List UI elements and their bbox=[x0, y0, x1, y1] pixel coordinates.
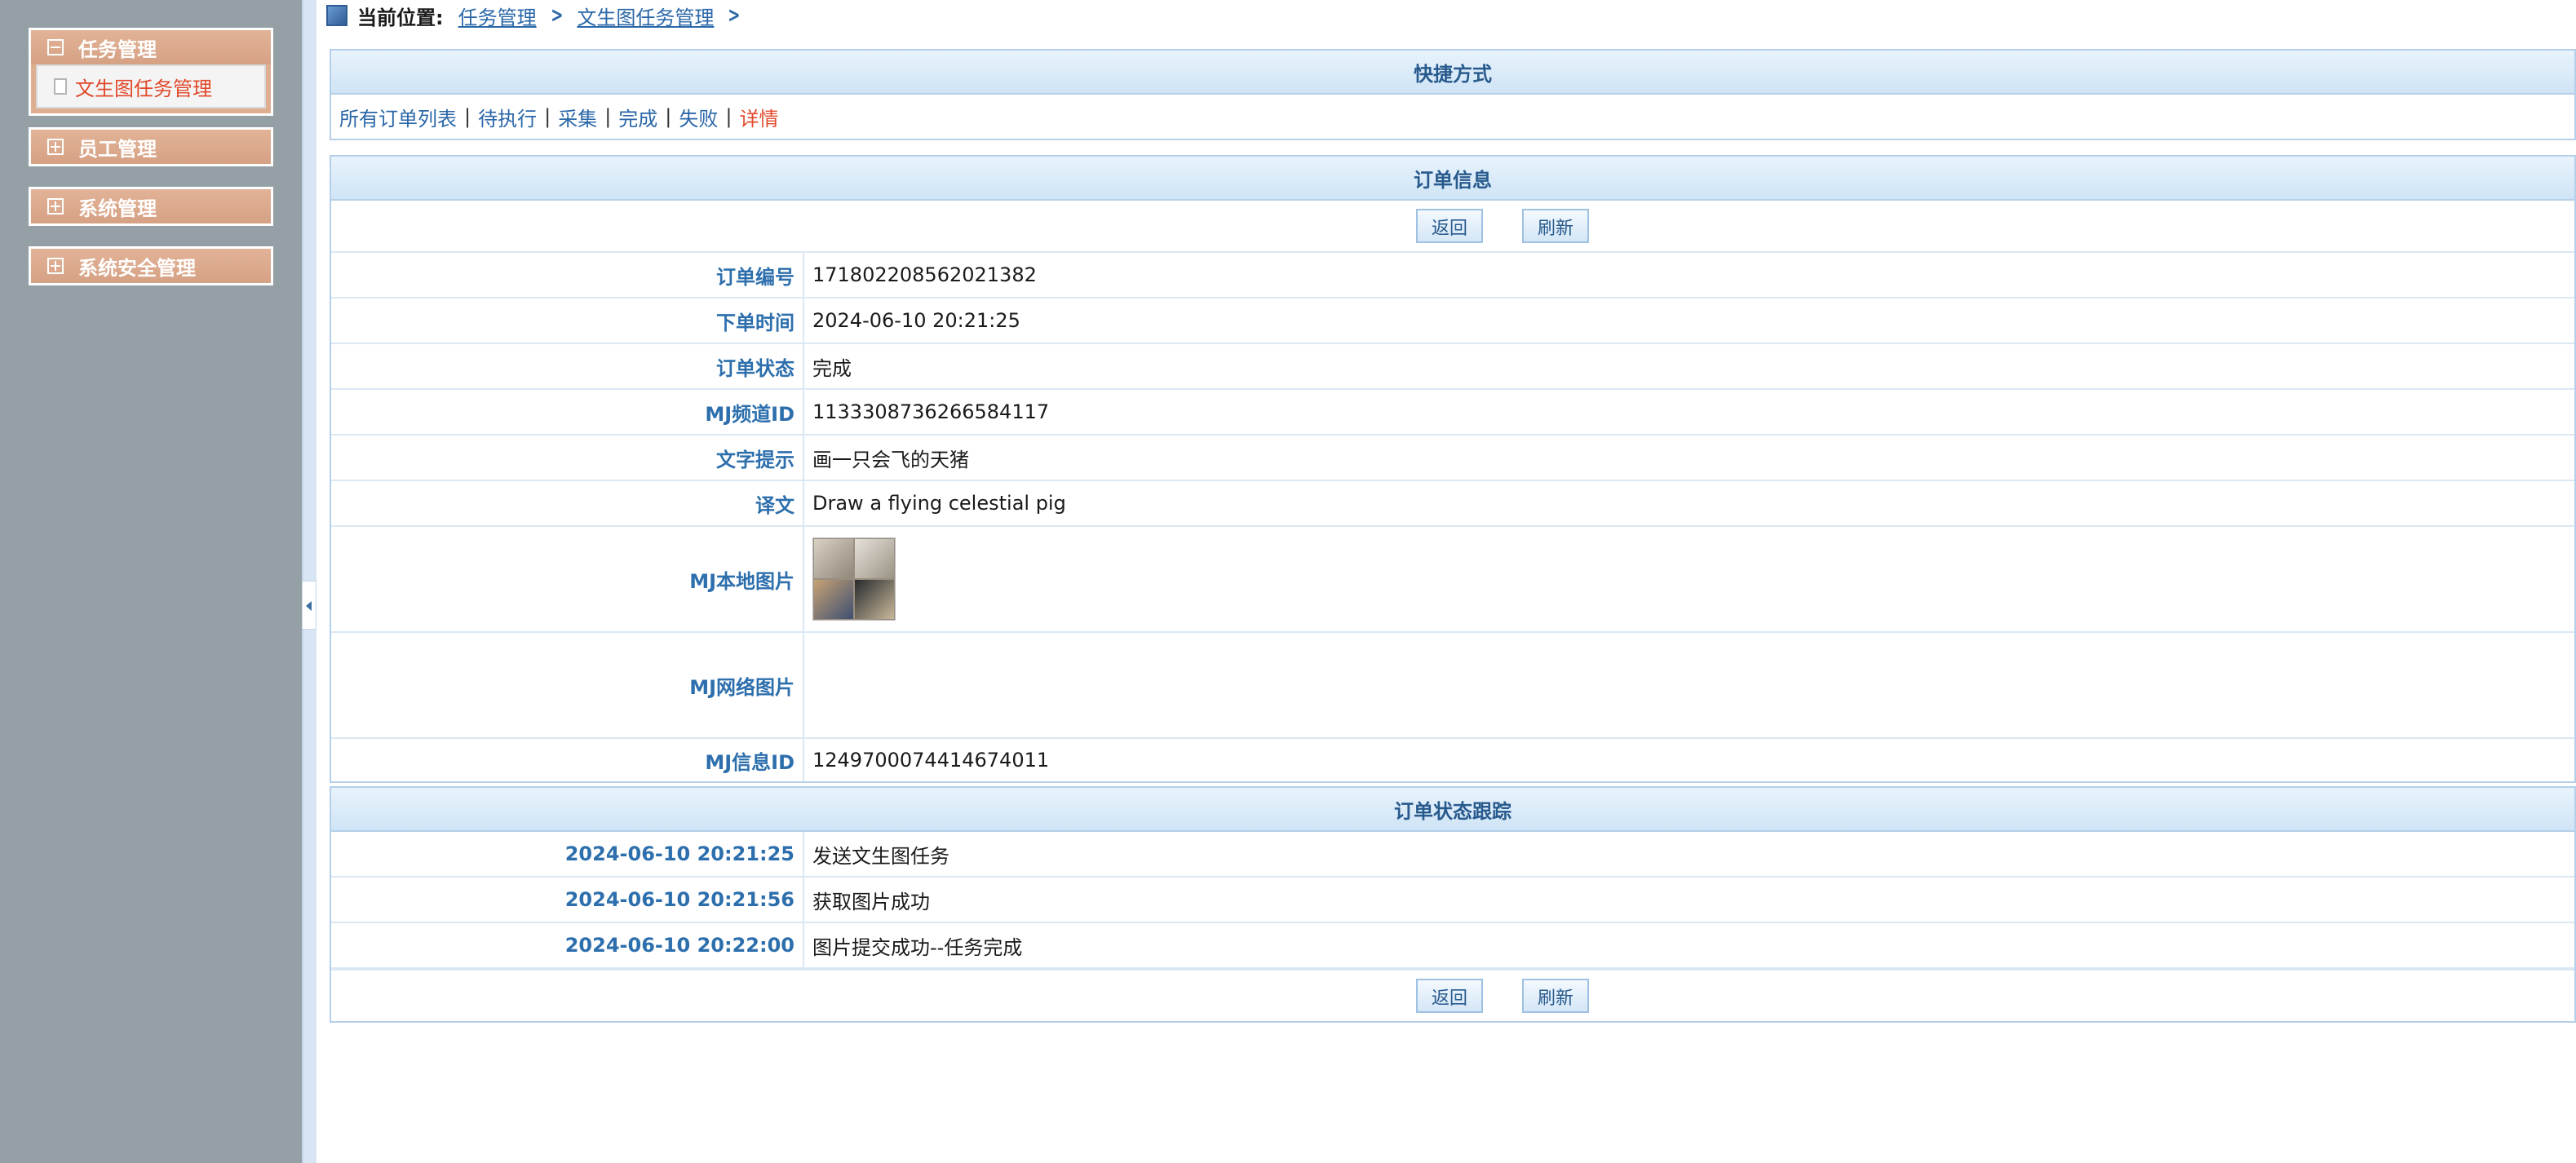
chevron-right-icon: > bbox=[550, 3, 564, 28]
back-button[interactable]: 返回 bbox=[1416, 979, 1483, 1013]
link-collect[interactable]: 采集 bbox=[558, 103, 597, 131]
tracking-button-row: 返回 刷新 bbox=[331, 969, 2574, 1021]
order-panel-title: 订单信息 bbox=[331, 157, 2574, 201]
location-icon bbox=[326, 5, 347, 26]
breadcrumb: 当前位置: 任务管理 > 文生图任务管理 > bbox=[326, 0, 755, 31]
link-failed[interactable]: 失败 bbox=[679, 103, 718, 131]
tracking-panel: 订单状态跟踪 2024-06-10 20:21:25 发送文生图任务 2024-… bbox=[330, 786, 2576, 1023]
menu-group-task: 任务管理 文生图任务管理 bbox=[29, 28, 273, 116]
field-prompt: 文字提示 画一只会飞的天猪 bbox=[331, 436, 2574, 481]
field-mj-message-id: MJ信息ID 1249700074414674011 bbox=[331, 739, 2574, 781]
menu-label: 员工管理 bbox=[78, 137, 157, 161]
menu-label: 任务管理 bbox=[78, 38, 157, 61]
sidebar: 任务管理 文生图任务管理 员工管理 系统管理 系统安全管理 bbox=[0, 0, 302, 1163]
expand-icon[interactable] bbox=[47, 198, 64, 214]
quick-panel: 快捷方式 所有订单列表 | 待执行 | 采集 | 完成 | 失败 | 详情 bbox=[330, 49, 2576, 140]
tracking-entry: 2024-06-10 20:22:00 图片提交成功--任务完成 bbox=[331, 923, 2574, 969]
refresh-button[interactable]: 刷新 bbox=[1522, 979, 1589, 1013]
menu-header-security[interactable]: 系统安全管理 bbox=[31, 249, 271, 283]
document-icon bbox=[54, 78, 67, 95]
order-panel: 订单信息 返回 刷新 订单编号 1718022085620213​82 下单时间… bbox=[330, 155, 2576, 783]
link-pending[interactable]: 待执行 bbox=[478, 103, 537, 131]
breadcrumb-item-task[interactable]: 任务管理 bbox=[458, 2, 537, 30]
field-order-id: 订单编号 1718022085620213​82 bbox=[331, 253, 2574, 298]
menu-header-system[interactable]: 系统管理 bbox=[31, 189, 271, 223]
link-done[interactable]: 完成 bbox=[618, 103, 657, 131]
link-details[interactable]: 详情 bbox=[739, 103, 778, 131]
expand-icon[interactable] bbox=[47, 258, 64, 274]
menu-group-system: 系统管理 bbox=[29, 187, 273, 226]
menu-group-staff: 员工管理 bbox=[29, 127, 273, 166]
collapse-icon[interactable] bbox=[47, 39, 64, 55]
collapse-sidebar-button[interactable] bbox=[302, 581, 316, 630]
breadcrumb-label: 当前位置: bbox=[357, 6, 444, 29]
field-translation: 译文 Draw a flying celestial pig bbox=[331, 481, 2574, 527]
back-button[interactable]: 返回 bbox=[1416, 209, 1483, 243]
quick-links: 所有订单列表 | 待执行 | 采集 | 完成 | 失败 | 详情 bbox=[331, 95, 2574, 139]
sidebar-item-label: 文生图任务管理 bbox=[75, 77, 212, 100]
menu-group-security: 系统安全管理 bbox=[29, 246, 273, 285]
field-mj-local-image: MJ本地图片 bbox=[331, 527, 2574, 633]
breadcrumb-item-txt2img[interactable]: 文生图任务管理 bbox=[577, 2, 714, 30]
menu-header-staff[interactable]: 员工管理 bbox=[31, 130, 271, 164]
menu-label: 系统管理 bbox=[78, 197, 157, 220]
field-mj-web-image: MJ网络图片 bbox=[331, 633, 2574, 739]
menu-label: 系统安全管理 bbox=[78, 256, 196, 280]
field-mj-channel-id: MJ频道ID 1133308736266584117 bbox=[331, 390, 2574, 436]
link-all-orders[interactable]: 所有订单列表 bbox=[339, 103, 457, 131]
expand-icon[interactable] bbox=[47, 139, 64, 155]
refresh-button[interactable]: 刷新 bbox=[1522, 209, 1589, 243]
quick-panel-title: 快捷方式 bbox=[331, 51, 2574, 95]
field-order-status: 订单状态 完成 bbox=[331, 344, 2574, 390]
tracking-entry: 2024-06-10 20:21:56 获取图片成功 bbox=[331, 878, 2574, 923]
generated-image-thumbnail[interactable] bbox=[812, 537, 896, 621]
field-order-time: 下单时间 2024-06-10 20:21:25 bbox=[331, 298, 2574, 344]
tracking-panel-title: 订单状态跟踪 bbox=[331, 788, 2574, 832]
sidebar-item-txt2img-task[interactable]: 文生图任务管理 bbox=[36, 64, 266, 108]
tracking-entry: 2024-06-10 20:21:25 发送文生图任务 bbox=[331, 832, 2574, 878]
order-button-row: 返回 刷新 bbox=[331, 201, 2574, 253]
chevron-right-icon: > bbox=[728, 3, 741, 28]
menu-header-task[interactable]: 任务管理 bbox=[31, 30, 271, 64]
